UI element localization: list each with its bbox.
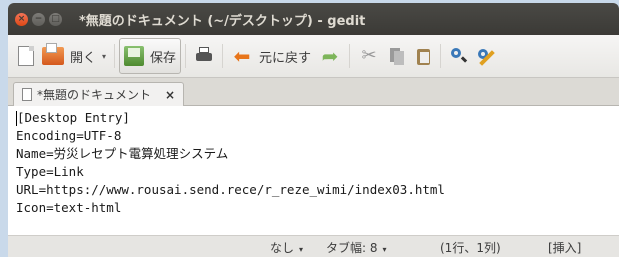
cut-button[interactable]: ✂ [354, 39, 384, 73]
maximize-window-button[interactable]: □ [49, 12, 62, 26]
copy-button[interactable] [384, 39, 410, 73]
new-document-button[interactable] [14, 39, 38, 73]
editor-line: Type=Link [16, 164, 84, 179]
new-document-icon [18, 46, 34, 66]
redo-button[interactable]: ➦ [315, 39, 345, 73]
copy-icon [388, 46, 406, 66]
redo-arrow-icon: ➦ [321, 44, 339, 68]
close-tab-button[interactable]: × [165, 88, 175, 102]
toolbar-separator [349, 44, 351, 68]
clipboard-icon [414, 46, 432, 66]
window-title: *無題のドキュメント (~/デスクトップ) - gedit [79, 13, 366, 29]
editor-line: Icon=text-html [16, 200, 122, 215]
cursor-position: (1行、1列) [440, 241, 501, 255]
language-selector[interactable]: なし ▾ [270, 239, 303, 256]
paste-button[interactable] [410, 39, 436, 73]
save-label: 保存 [150, 50, 177, 66]
print-button[interactable] [190, 39, 218, 73]
document-tab-label: *無題のドキュメント [37, 88, 152, 102]
save-icon [124, 46, 145, 66]
editor-line: [Desktop Entry] [16, 109, 619, 127]
toolbar: 開く ▾ 保存 ⬅ 元に戻す ➦ ✂ [8, 35, 619, 78]
find-button[interactable] [445, 39, 473, 73]
gedit-window: × − □ *無題のドキュメント (~/デスクトップ) - gedit 開く ▾… [8, 3, 619, 257]
text-editor-area[interactable]: [Desktop Entry] Encoding=UTF-8 Name=労災レセ… [8, 106, 619, 235]
undo-arrow-icon: ⬅ [233, 44, 251, 68]
language-dropdown-arrow: ▾ [299, 245, 304, 254]
document-tab[interactable]: *無題のドキュメント × [13, 82, 185, 106]
tab-width-dropdown-arrow: ▾ [382, 245, 387, 254]
open-button[interactable]: 開く ▾ [38, 39, 110, 73]
status-bar: なし ▾ タブ幅: 8 ▾ (1行、1列) [挿入] [8, 235, 619, 257]
open-label: 開く [70, 50, 97, 66]
find-replace-icon [477, 46, 497, 66]
editor-line: Name=労災レセプト電算処理システム [16, 146, 229, 161]
printer-icon [194, 46, 214, 66]
open-folder-icon [42, 43, 64, 65]
save-button[interactable]: 保存 [119, 38, 182, 74]
insert-mode-indicator: [挿入] [548, 241, 582, 255]
title-bar: × − □ *無題のドキュメント (~/デスクトップ) - gedit [8, 3, 619, 35]
open-dropdown-arrow[interactable]: ▾ [102, 52, 106, 61]
window-controls: × − □ [15, 12, 66, 26]
tab-width-label: タブ幅: 8 [326, 241, 378, 255]
editor-line: Encoding=UTF-8 [16, 128, 122, 143]
minimize-window-button[interactable]: − [32, 12, 45, 26]
editor-line: URL=https://www.rousai.send.rece/r_reze_… [16, 182, 445, 197]
search-icon [449, 46, 469, 66]
document-tab-strip: *無題のドキュメント × [8, 78, 619, 106]
replace-button[interactable] [473, 39, 501, 73]
close-window-button[interactable]: × [15, 12, 28, 26]
toolbar-separator [440, 44, 442, 68]
scissors-icon: ✂ [361, 45, 377, 66]
tab-width-selector[interactable]: タブ幅: 8 ▾ [326, 239, 387, 256]
undo-button[interactable]: ⬅ 元に戻す [227, 39, 315, 73]
document-icon [22, 88, 32, 101]
undo-label: 元に戻す [259, 50, 312, 66]
language-label: なし [270, 241, 295, 255]
toolbar-separator [185, 44, 187, 68]
editor-line-text: [Desktop Entry] [17, 110, 130, 125]
toolbar-separator [222, 44, 224, 68]
toolbar-separator [114, 44, 116, 68]
